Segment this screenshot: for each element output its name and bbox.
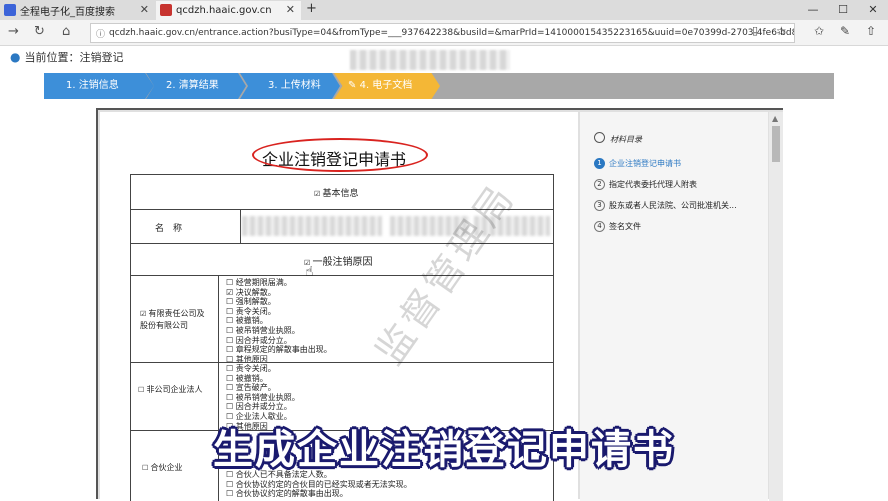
list-icon [594,132,605,143]
checkbox-checked-icon: ☑ [226,287,236,297]
blurred-name-value [242,216,382,236]
browser-tab-bar: 全程电子化_百度搜索 ✕ qcdzh.haaic.gov.cn ✕ + — ☐ … [0,0,888,20]
url-input[interactable]: qcdzh.haaic.gov.cn/entrance.action?busiT… [90,23,795,43]
checkbox-icon: ☐ [226,364,236,373]
step-2[interactable]: 2. 清算结果 [146,73,246,99]
checkbox-icon: ☐ [226,335,236,345]
checkbox-icon: ☐ [226,402,236,412]
progress-steps: 1. 注销信息 2. 清算结果 3. 上传材料 ✎ 4. 电子文档 [44,73,834,99]
window-controls: — ☐ ✕ [798,0,888,20]
favorites-list-icon[interactable]: ✩ [814,24,824,38]
checkbox-icon: ☐ [226,345,236,355]
list-item: ☐ 被撤销。 [226,373,268,383]
tab-close-icon[interactable]: ✕ [286,3,295,16]
edit-pencil-icon: ✎ [348,80,357,91]
new-tab-button[interactable]: + [306,1,317,16]
item-label: 股东或者人民法院、公司批准机关... [609,201,737,210]
checkbox-icon: ☐ [226,392,236,402]
list-item: ☐ 被撤销。 [226,316,268,326]
checkbox-checked-icon: ☑ [140,310,149,318]
refresh-icon[interactable]: ↻ [34,24,45,39]
back-arrow-icon[interactable]: → [8,24,19,39]
name-label: 名 称 [155,224,183,234]
checkbox-icon: ☐ [226,373,236,383]
checkbox-icon: ☐ [226,297,236,307]
checkbox-icon: ☐ [138,386,147,394]
tab-title: 全程电子化_百度搜索 [20,7,115,18]
item-label: 签名文件 [609,222,641,231]
maximize-button[interactable]: ☐ [828,0,858,20]
table-divider [240,210,241,244]
item-label: 企业注销登记申请书 [609,159,681,168]
list-item: ☐ 被吊销营业执照。 [226,325,300,335]
tab-title: qcdzh.haaic.gov.cn [176,5,272,16]
close-window-button[interactable]: ✕ [858,0,888,20]
basic-info-header: ☑ 基本信息 [314,189,359,199]
company-type-2: ☐ 非公司企业法人 [138,385,203,394]
step-4-current[interactable]: ✎ 4. 电子文档 [334,73,440,99]
checkbox-icon: ☐ [226,383,236,393]
list-item: ☐ 强制解散。 [226,297,276,307]
share-icon[interactable]: ⇧ [866,24,876,38]
info-icon[interactable]: ⓘ [96,27,105,40]
reading-view-icon[interactable]: ▯ [752,24,758,37]
item-number: 4 [594,221,605,232]
checkbox-icon: ☐ [226,306,236,316]
tab-close-icon[interactable]: ✕ [140,3,149,16]
checkbox-icon: ☐ [226,325,236,335]
checkbox-icon: ☑ [314,190,323,198]
list-item: ☐ 因合并或分立。 [226,402,292,412]
hand-cursor-icon: ☝ [305,264,314,280]
notes-icon[interactable]: ✎ [840,24,850,38]
browser-tab-qcdzh[interactable]: qcdzh.haaic.gov.cn ✕ [156,1,301,20]
breadcrumb-label: 当前位置：注销登记 [24,51,124,64]
type-1-reasons: ☐ 经营期限届满。 ☑ 决议解散。 ☐ 强制解散。 ☐ 责令关闭。 ☐ 被撤销。… [226,278,332,364]
list-item: ☐ 章程规定的解散事由出现。 [226,345,332,355]
list-item: ☐ 经营期限届满。 [226,278,292,287]
scroll-thumb[interactable] [772,126,780,162]
blurred-company-name [350,50,510,70]
step-4-label: 4. 电子文档 [359,80,413,91]
item-number: 1 [594,158,605,169]
checkbox-icon: ☐ [226,316,236,326]
material-item-3[interactable]: 3 股东或者人民法院、公司批准机关... [594,200,737,211]
location-pin-icon: ● [10,50,21,64]
table-divider [130,362,554,363]
list-item: ☐ 被吊销营业执照。 [226,392,300,402]
list-item: ☑ 决议解散。 [226,287,276,297]
step-1[interactable]: 1. 注销信息 [44,73,154,99]
site-favicon-icon [160,4,172,16]
browser-tab-baidu[interactable]: 全程电子化_百度搜索 ✕ [0,1,155,20]
list-item: ☐ 宣告破产。 [226,383,276,393]
reason-header: ☑ 一般注销原因 [304,257,373,268]
breadcrumb: ● 当前位置：注销登记 [10,49,123,65]
list-item: ☐ 因合并或分立。 [226,335,292,345]
scroll-up-icon[interactable]: ▲ [772,114,778,123]
baidu-favicon-icon [4,4,16,16]
item-number: 2 [594,179,605,190]
list-item: ☐ 责令关闭。 [226,306,276,316]
favorite-star-icon[interactable]: ☆ [776,24,787,38]
list-item: ☐ 责令关闭。 [226,364,276,373]
material-item-2[interactable]: 2 指定代表委托代理人附表 [594,179,697,190]
home-icon[interactable]: ⌂ [62,24,70,39]
company-type-1: ☑ 有限责任公司及股份有限公司 [140,309,205,330]
video-caption: 生成企业注销登记申请书 [213,427,675,473]
list-item: ☐ 合伙协议约定的解散事由出现。 [226,489,348,499]
checkbox-icon: ☐ [226,479,236,489]
minimize-button[interactable]: — [798,0,828,20]
checkbox-icon: ☐ [226,489,236,499]
materials-title: 材料目录 [610,135,642,144]
material-item-4[interactable]: 4 签名文件 [594,221,641,232]
title-highlight-oval [252,138,428,172]
checkbox-icon: ☐ [226,278,236,287]
item-label: 指定代表委托代理人附表 [609,180,697,189]
material-item-1[interactable]: 1 企业注销登记申请书 [594,158,681,169]
address-bar: → ↻ ⌂ qcdzh.haaic.gov.cn/entrance.action… [0,20,888,46]
step-3[interactable]: 3. 上传材料 [240,73,340,99]
item-number: 3 [594,200,605,211]
list-item: ☐ 合伙协议约定的合伙目的已经实现或者无法实现。 [226,479,412,489]
